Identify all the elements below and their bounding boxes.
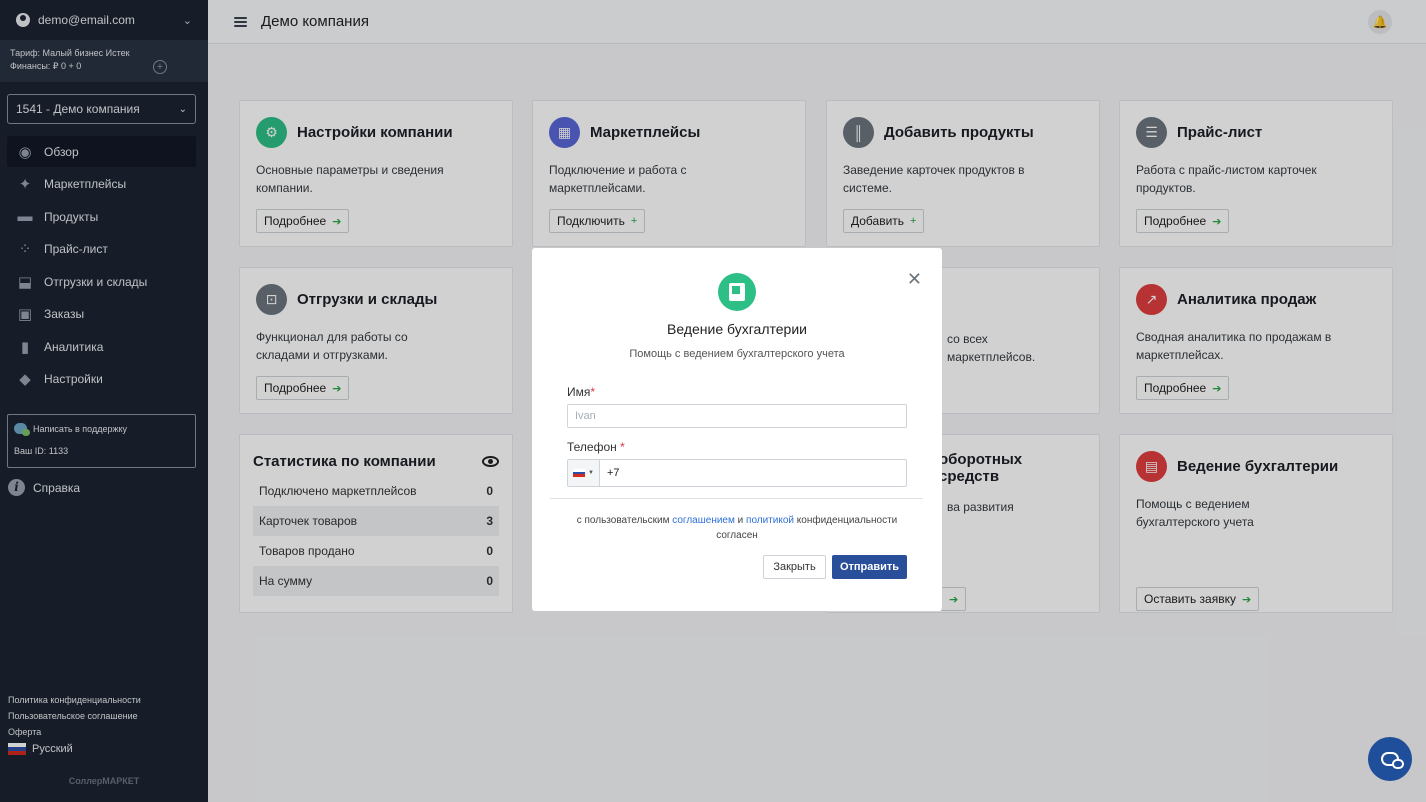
accounting-modal: ✕ Ведение бухгалтерии Помощь с ведением … [532,248,942,611]
consent-prefix: с пользовательским [576,515,670,526]
required-mark: * [620,440,625,454]
caret-down-icon: ▼ [588,470,594,476]
modal-title: Ведение бухгалтерии [667,321,807,337]
chat-button[interactable] [1368,737,1412,781]
modal-subtitle: Помощь с ведением бухгалтерского учета [629,348,845,360]
send-button[interactable]: Отправить [832,555,907,579]
russia-flag-icon [573,469,586,478]
book-icon [718,273,756,311]
required-mark: * [590,385,596,399]
agreement-link[interactable]: соглашением [672,515,735,526]
close-icon[interactable]: ✕ [907,270,922,288]
country-code-select[interactable]: ▼ [568,460,600,486]
label-text: Телефон [567,440,617,454]
phone-field[interactable]: ▼ +7 [567,459,907,487]
close-button[interactable]: Закрыть [763,555,826,579]
divider [550,498,923,499]
policy-link[interactable]: политикой [746,515,794,526]
label-text: Имя [567,385,591,399]
consent-text: с пользовательским соглашением и политик… [567,513,907,543]
consent-and: и [737,515,744,526]
name-label: Имя* [567,385,595,399]
name-field[interactable] [567,404,907,428]
phone-value: +7 [607,467,620,479]
chat-bubble-icon [1392,759,1404,769]
consent-suffix: конфиденциальности согласен [716,515,898,541]
phone-label: Телефон * [567,440,625,454]
